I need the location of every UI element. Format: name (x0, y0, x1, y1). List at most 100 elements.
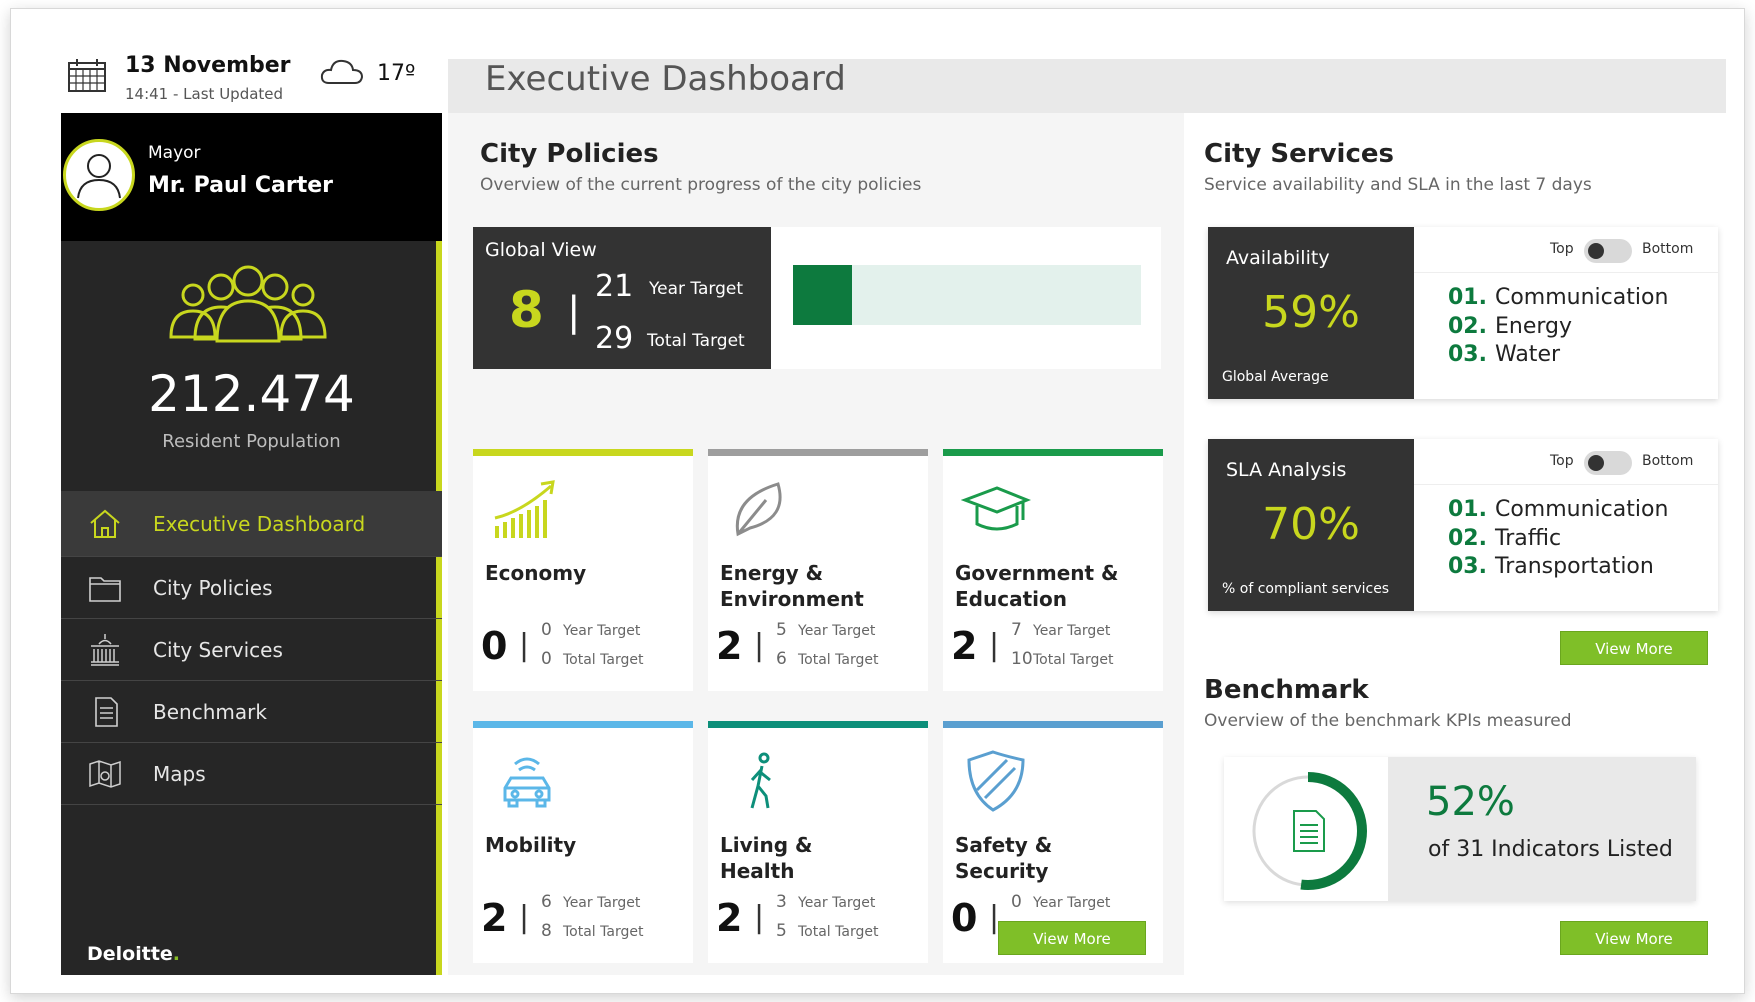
user-icon (77, 154, 121, 199)
total-target-value: 8 (541, 921, 552, 941)
nav-item-executive-dashboard[interactable]: Executive Dashboard (61, 491, 442, 557)
total-target-label: Total Target (563, 924, 644, 940)
rank-name: Communication (1494, 497, 1669, 522)
policy-card-mobility[interactable]: Mobility 2 | 6 Year Target 8 Total Targe… (473, 721, 693, 963)
total-target-label: Total Target (798, 652, 879, 668)
avatar[interactable] (63, 139, 135, 211)
policy-value: 2 (716, 624, 743, 668)
year-target-label: Year Target (798, 895, 876, 911)
benchmark-view-more-button[interactable]: View More (1560, 921, 1708, 955)
total-target-label: Total Target (647, 331, 745, 351)
policy-value: 2 (481, 896, 508, 940)
shield-icon (967, 750, 1025, 812)
date-weather-bar: 13 November 14:41 - Last Updated 17º (61, 53, 442, 113)
nav-item-city-policies[interactable]: City Policies (61, 557, 442, 619)
policy-card-government-education[interactable]: Government & Education 2 | 7 Year Target… (943, 449, 1163, 691)
rank-number: 01. (1448, 497, 1487, 522)
city-services-section: City Services Service availability and S… (1184, 113, 1726, 975)
policy-value: 2 (951, 624, 978, 668)
city-policies-section: City Policies Overview of the current pr… (448, 113, 1184, 975)
brand-name: Deloitte (87, 943, 173, 965)
ranking-item: 03. Water (1448, 342, 1560, 367)
benchmark-percent: 52% (1426, 779, 1515, 825)
total-target-label: Total Target (798, 924, 879, 940)
page-title: Executive Dashboard (485, 59, 846, 99)
nav-label: City Policies (153, 575, 273, 600)
nav-item-city-services[interactable]: City Services (61, 619, 442, 681)
policy-card-energy-environment[interactable]: Energy & Environment 2 | 5 Year Target 6… (708, 449, 928, 691)
total-target-value: 0 (541, 649, 552, 669)
policy-card-living-health[interactable]: Living & Health 2 | 3 Year Target 5 Tota… (708, 721, 928, 963)
nav-label: Executive Dashboard (153, 511, 366, 536)
app-window: 13 November 14:41 - Last Updated 17º May… (10, 8, 1745, 994)
ranking-toggle-bar: Top Bottom (1414, 439, 1718, 485)
last-updated: 14:41 - Last Updated (125, 85, 284, 103)
policy-name: Government & Education (955, 561, 1119, 611)
cloud-icon (320, 59, 364, 84)
sla-summary: SLA Analysis 70% % of compliant services (1208, 439, 1414, 611)
year-target-value: 0 (1011, 892, 1022, 912)
nav-label: City Services (153, 637, 283, 662)
calendar-icon (68, 59, 106, 92)
map-icon (89, 759, 121, 788)
separator: | (519, 900, 530, 935)
total-target-value: 29 (595, 321, 634, 356)
total-target-value: 6 (776, 649, 787, 669)
global-view-summary: Global View 8 | 21 Year Target 29 Total … (473, 227, 771, 369)
top-bottom-toggle[interactable] (1584, 239, 1632, 263)
brand-logo: Deloitte. (87, 943, 180, 965)
section-subtitle: Service availability and SLA in the last… (1204, 175, 1592, 195)
global-progress-fill (793, 265, 853, 325)
benchmark-summary: 52% of 31 Indicators Listed (1388, 757, 1696, 901)
policy-name: Energy & Environment (720, 561, 864, 611)
people-group-icon (169, 265, 327, 343)
population-value: 212.474 (148, 365, 355, 423)
policy-name: Economy (485, 561, 587, 585)
rank-name: Traffic (1494, 526, 1562, 551)
nav-label: Benchmark (153, 699, 267, 724)
separator: | (989, 628, 1000, 663)
user-role: Mayor (148, 143, 201, 163)
ranking-toggle-bar: Top Bottom (1414, 227, 1718, 273)
main-nav: Executive Dashboard City Policies City S… (61, 491, 442, 805)
separator: | (567, 289, 581, 335)
availability-label: Availability (1226, 247, 1330, 269)
top-bottom-toggle[interactable] (1584, 451, 1632, 475)
year-target-value: 5 (776, 620, 787, 640)
nav-item-benchmark[interactable]: Benchmark (61, 681, 442, 743)
rank-number: 02. (1448, 526, 1487, 551)
graduation-cap-icon (961, 486, 1031, 531)
ranking-item: 02. Energy (1448, 314, 1572, 339)
global-view-panel: Global View 8 | 21 Year Target 29 Total … (473, 227, 1161, 369)
policy-name: Living & Health (720, 833, 813, 883)
sla-analysis-panel: SLA Analysis 70% % of compliant services… (1208, 439, 1718, 611)
year-target-label: Year Target (1033, 895, 1111, 911)
benchmark-label: of 31 Indicators Listed (1428, 837, 1673, 862)
leaf-icon (735, 482, 782, 537)
page-header: Executive Dashboard (448, 59, 1726, 113)
year-target-label: Year Target (798, 623, 876, 639)
policy-value: 2 (716, 896, 743, 940)
growth-chart-icon (494, 480, 555, 538)
rank-number: 03. (1448, 554, 1487, 579)
services-view-more-button[interactable]: View More (1560, 631, 1708, 665)
benchmark-donut-chart (1249, 772, 1367, 890)
availability-panel: Availability 59% Global Average Top Bott… (1208, 227, 1718, 399)
nav-label: Maps (153, 761, 206, 786)
availability-summary: Availability 59% Global Average (1208, 227, 1414, 399)
ranking-item: 03. Transportation (1448, 554, 1654, 579)
folder-icon (89, 576, 121, 602)
policy-value: 0 (481, 624, 508, 668)
benchmark-subtitle: Overview of the benchmark KPIs measured (1204, 711, 1572, 731)
user-name: Mr. Paul Carter (148, 173, 333, 198)
building-icon (91, 633, 119, 666)
nav-item-maps[interactable]: Maps (61, 743, 442, 805)
toggle-bottom-label: Bottom (1642, 241, 1694, 257)
year-target-label: Year Target (563, 895, 641, 911)
policy-card-economy[interactable]: Economy 0 | 0 Year Target 0 Total Target (473, 449, 693, 691)
toggle-bottom-label: Bottom (1642, 453, 1694, 469)
year-target-label: Year Target (1033, 623, 1111, 639)
sidebar: 13 November 14:41 - Last Updated 17º May… (61, 53, 442, 975)
policies-view-more-button[interactable]: View More (998, 921, 1146, 955)
year-target-label: Year Target (649, 279, 743, 299)
